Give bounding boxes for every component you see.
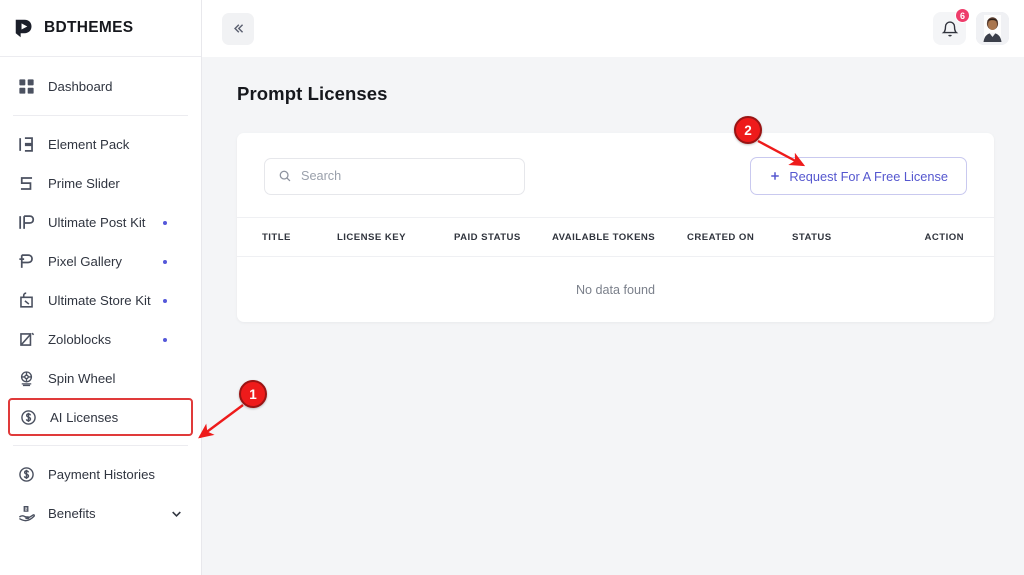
app-root: BDTHEMES Dashboard Element Pack Prime Sl…	[0, 0, 1024, 575]
annotation-arrow-1	[198, 404, 244, 439]
annotation-arrows	[198, 139, 806, 439]
annotation-arrow-2	[757, 139, 806, 167]
